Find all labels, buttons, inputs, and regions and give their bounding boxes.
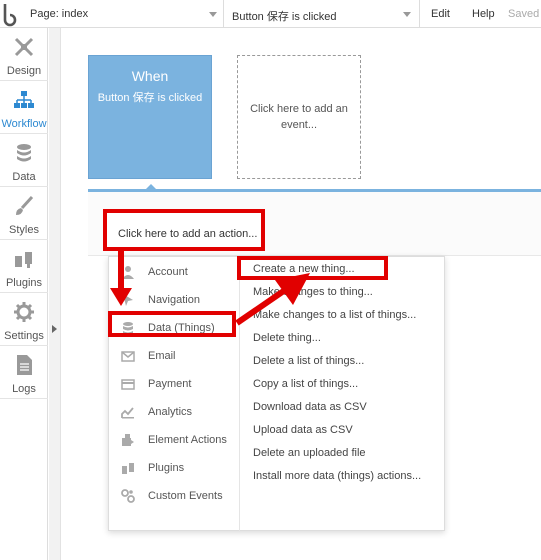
chevron-down-icon xyxy=(209,12,217,17)
sidebar-item-plugins[interactable]: Plugins xyxy=(0,240,48,293)
annotation-highlight-create-thing xyxy=(237,256,388,280)
bubble-logo-icon[interactable] xyxy=(0,0,22,28)
sidebar-item-logs[interactable]: Logs xyxy=(0,346,48,399)
category-label: Custom Events xyxy=(148,490,223,502)
help-menu[interactable]: Help xyxy=(472,8,495,20)
annotation-highlight-data-things xyxy=(108,311,236,337)
page-selector-label: Page: index xyxy=(30,8,89,20)
when-event-card[interactable]: When Button 保存 is clicked xyxy=(88,55,212,179)
category-account[interactable]: Account xyxy=(109,261,239,283)
chevron-right-icon xyxy=(52,325,57,333)
action-download-csv[interactable]: Download data as CSV xyxy=(253,401,367,419)
event-selector[interactable]: Button 保存 is clicked xyxy=(224,0,420,28)
add-action-label: Click here to add an action... xyxy=(118,228,258,240)
sidebar-item-label: Workflow xyxy=(1,118,47,130)
plug-icon xyxy=(15,252,32,268)
sidebar-item-label: Styles xyxy=(9,224,39,236)
category-navigation[interactable]: Navigation xyxy=(109,289,239,311)
sidebar-item-styles[interactable]: Styles xyxy=(0,187,48,240)
category-label: Account xyxy=(148,266,188,278)
element-actions-icon xyxy=(122,434,134,446)
gear-icon xyxy=(14,302,34,322)
add-action-button[interactable]: Click here to add an action... xyxy=(103,209,265,251)
top-bar: Page: index Button 保存 is clicked Edit He… xyxy=(0,0,541,28)
action-dropdown: Account Navigation Data (Things) Email P… xyxy=(108,256,445,532)
action-delete-uploaded-file[interactable]: Delete an uploaded file xyxy=(253,447,366,465)
category-custom-events[interactable]: Custom Events xyxy=(109,485,239,507)
design-icon xyxy=(14,37,34,57)
sidebar-item-design[interactable]: Design xyxy=(0,28,48,81)
sidebar-collapse-handle[interactable] xyxy=(49,28,61,560)
category-email[interactable]: Email xyxy=(109,345,239,367)
category-label: Element Actions xyxy=(148,434,227,446)
action-delete-thing[interactable]: Delete thing... xyxy=(253,332,321,350)
database-icon xyxy=(17,144,31,162)
column-divider xyxy=(239,257,240,532)
category-element-actions[interactable]: Element Actions xyxy=(109,429,239,451)
category-label: Navigation xyxy=(148,294,200,306)
category-analytics[interactable]: Analytics xyxy=(109,401,239,423)
when-event-name: Button 保存 is clicked xyxy=(97,92,203,104)
action-copy-list-of-things[interactable]: Copy a list of things... xyxy=(253,378,358,396)
navigation-icon xyxy=(123,294,133,306)
sidebar-item-label: Design xyxy=(6,65,42,77)
sidebar-item-data[interactable]: Data xyxy=(0,134,48,187)
category-label: Plugins xyxy=(148,462,185,474)
account-icon xyxy=(122,266,134,279)
saved-status: Saved xyxy=(508,8,540,20)
action-delete-list-of-things[interactable]: Delete a list of things... xyxy=(253,355,364,373)
category-label: Email xyxy=(148,350,176,362)
analytics-icon xyxy=(121,407,134,419)
custom-events-icon xyxy=(121,489,135,503)
action-upload-csv[interactable]: Upload data as CSV xyxy=(253,424,353,442)
page-selector[interactable]: Page: index xyxy=(22,0,224,28)
chevron-down-icon xyxy=(403,12,411,17)
action-make-changes-to-list[interactable]: Make changes to a list of things... xyxy=(253,309,416,327)
payment-icon xyxy=(121,379,135,390)
add-event-label: Click here to add an event... xyxy=(250,103,348,131)
sidebar-item-settings[interactable]: Settings xyxy=(0,293,48,346)
category-payment[interactable]: Payment xyxy=(109,373,239,395)
add-event-placeholder[interactable]: Click here to add an event... xyxy=(237,55,361,179)
sidebar-item-label: Plugins xyxy=(5,277,43,289)
plug-icon xyxy=(122,463,134,474)
document-icon xyxy=(17,355,32,375)
category-plugins[interactable]: Plugins xyxy=(109,457,239,479)
workflow-icon xyxy=(14,91,34,108)
action-make-changes-to-thing[interactable]: Make changes to thing... xyxy=(253,286,373,304)
category-label: Payment xyxy=(148,378,192,390)
sidebar-item-label: Settings xyxy=(4,330,44,342)
sidebar-item-label: Logs xyxy=(12,383,36,395)
action-install-more-actions[interactable]: Install more data (things) actions... xyxy=(253,470,421,488)
sidebar-item-workflow[interactable]: Workflow xyxy=(0,81,48,134)
event-selector-label: Button 保存 is clicked xyxy=(232,11,337,23)
sidebar-item-label: Data xyxy=(12,171,36,183)
email-icon xyxy=(121,351,135,362)
brush-icon xyxy=(16,195,34,215)
sidebar: Design Workflow Data Styles Plugins Sett… xyxy=(0,28,48,560)
edit-menu[interactable]: Edit xyxy=(431,8,450,20)
category-label: Analytics xyxy=(148,406,193,418)
when-title: When xyxy=(131,68,169,84)
